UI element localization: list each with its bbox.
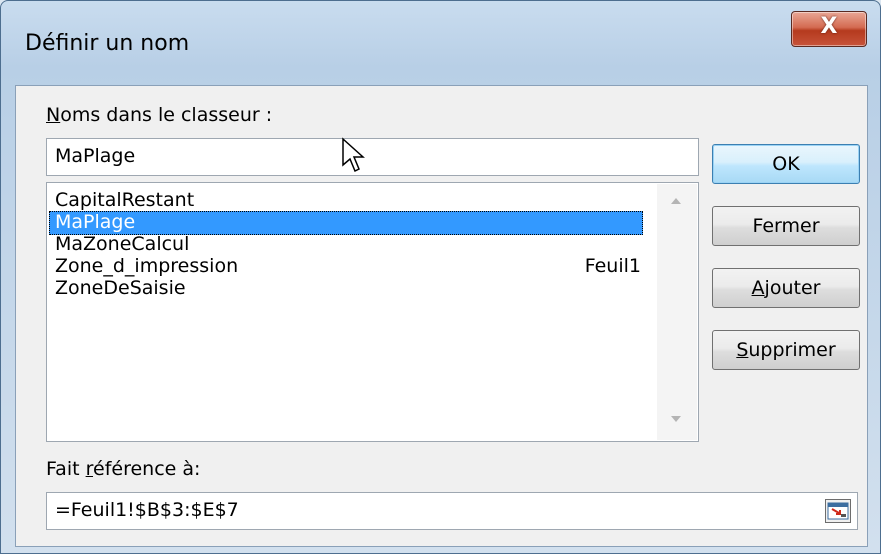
add-button[interactable]: Ajouter [712,268,860,308]
mouse-pointer-icon [342,137,365,173]
name-input[interactable]: MaPlage [46,138,699,176]
list-item[interactable]: MaZoneCalcul [49,233,643,257]
close-button[interactable]: X [791,11,867,47]
close-icon: X [820,14,838,39]
list-item[interactable]: ZoneDeSaisie [49,277,643,301]
names-list[interactable]: CapitalRestant MaPlage MaZoneCalcul Zone… [46,182,699,442]
dialog-body: Noms dans le classeur : MaPlage CapitalR… [15,85,868,547]
delete-button[interactable]: Supprimer [712,330,860,370]
ok-button[interactable]: OK [712,144,860,184]
list-item[interactable]: CapitalRestant [49,189,643,213]
collapse-dialog-button[interactable] [825,499,851,523]
title-bar[interactable]: Définir un nom X [1,1,880,85]
dialog-title: Définir un nom [25,31,190,56]
names-label: Noms dans le classeur : [46,104,273,126]
list-scrollbar[interactable] [657,184,697,440]
collapse-dialog-icon [827,502,849,520]
reference-input[interactable]: =Feuil1!$B$3:$E$7 [46,492,858,530]
list-item-selected[interactable]: MaPlage [49,211,643,235]
define-name-dialog: Définir un nom X Noms dans le classeur :… [0,0,881,554]
list-item[interactable]: Zone_d_impression Feuil1 [49,255,643,279]
scroll-up-arrow-icon[interactable] [671,198,681,204]
reference-label: Fait référence à: [46,458,201,480]
close-dialog-button[interactable]: Fermer [712,206,860,246]
reference-value: =Feuil1!$B$3:$E$7 [55,499,239,521]
scroll-down-arrow-icon[interactable] [671,416,681,422]
